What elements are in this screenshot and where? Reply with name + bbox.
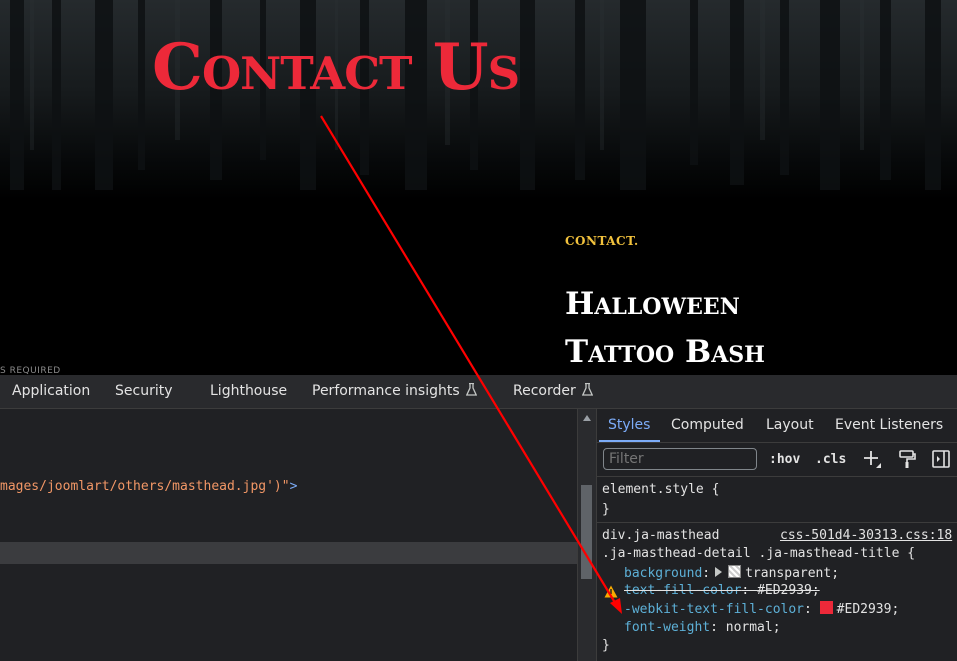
event-title[interactable]: Halloween Tattoo Bash [565, 280, 765, 375]
styles-sidebar: Styles Computed Layout Event Listeners :… [596, 409, 957, 661]
elements-scrollbar[interactable] [577, 409, 596, 661]
tab-recorder[interactable]: Recorder [513, 375, 593, 408]
toggle-sidebar-icon[interactable] [931, 449, 951, 469]
css-declaration-text-fill-color[interactable]: text-fill-color: #ED2939; [624, 583, 820, 598]
devtools-tabbar: Application Security Lighthouse Performa… [0, 375, 957, 409]
css-value[interactable]: #ED2939; [837, 602, 900, 617]
selected-dom-node-row[interactable] [0, 542, 577, 564]
attribute-value: mages/joomlart/others/masthead.jpg')" [0, 479, 290, 494]
css-property[interactable]: font-weight [624, 620, 710, 635]
tab-application[interactable]: Application [12, 375, 90, 408]
page-title: Contact Us [152, 30, 520, 105]
rule-selector[interactable]: div.ja-masthead [602, 528, 719, 543]
css-declaration-background[interactable]: background: transparent; [624, 565, 839, 581]
flask-icon [465, 383, 477, 396]
tag-bracket: > [289, 479, 298, 494]
scrollbar-thumb[interactable] [581, 485, 592, 579]
paint-roller-icon[interactable] [897, 449, 917, 469]
tab-computed[interactable]: Computed [671, 409, 744, 442]
warning-icon[interactable] [604, 585, 618, 598]
color-swatch-icon[interactable] [819, 601, 833, 614]
cls-toggle[interactable]: .cls [815, 452, 846, 467]
css-declaration-webkit-text-fill-color[interactable]: -webkit-text-fill-color: #ED2939; [624, 601, 899, 617]
clipped-form-text: S REQUIRED [0, 366, 61, 375]
tab-security[interactable]: Security [115, 375, 173, 408]
rule-selector[interactable]: element.style { [602, 482, 719, 497]
expand-triangle-icon[interactable] [715, 567, 723, 577]
breadcrumb[interactable]: CONTACT. [565, 234, 639, 248]
css-value[interactable]: #ED2939; [757, 583, 820, 598]
stylesheet-source-link[interactable]: css-501d4-30313.css:18 [780, 528, 952, 543]
css-declaration-font-weight[interactable]: font-weight: normal; [624, 620, 781, 635]
transparent-swatch-icon[interactable] [728, 565, 742, 578]
tab-styles[interactable]: Styles [608, 409, 650, 442]
rule-close-brace: } [602, 502, 610, 517]
css-value[interactable]: transparent; [745, 566, 839, 581]
event-title-line: Halloween [565, 286, 740, 322]
flask-icon [581, 383, 593, 396]
tab-label: Performance insights [312, 383, 460, 399]
hov-toggle[interactable]: :hov [769, 452, 800, 467]
element-style-rule[interactable]: element.style { } [597, 477, 957, 517]
scroll-up-icon[interactable] [583, 415, 591, 421]
tab-layout[interactable]: Layout [766, 409, 814, 442]
active-tab-indicator [599, 440, 660, 442]
styles-filter-input[interactable] [603, 448, 757, 470]
elements-tree[interactable]: mages/joomlart/others/masthead.jpg')"> [0, 409, 577, 661]
rule-close-brace: } [602, 638, 610, 653]
rule-selector[interactable]: .ja-masthead-detail .ja-masthead-title { [602, 546, 915, 561]
devtools-panel: Application Security Lighthouse Performa… [0, 375, 957, 661]
new-style-rule-icon[interactable] [862, 449, 882, 469]
event-title-line: Tattoo Bash [565, 334, 765, 370]
css-property[interactable]: background [624, 566, 702, 581]
css-property[interactable]: text-fill-color [624, 583, 741, 598]
tab-performance-insights[interactable]: Performance insights [312, 375, 477, 408]
tab-lighthouse[interactable]: Lighthouse [210, 375, 287, 408]
dom-node-line[interactable]: mages/joomlart/others/masthead.jpg')"> [0, 479, 297, 494]
css-value[interactable]: normal; [726, 620, 781, 635]
tab-event-listeners[interactable]: Event Listeners [835, 409, 943, 442]
css-property[interactable]: -webkit-text-fill-color [624, 602, 804, 617]
masthead-style-rule[interactable]: div.ja-masthead css-501d4-30313.css:18 .… [597, 523, 957, 661]
tab-label: Recorder [513, 383, 576, 399]
website-viewport: Contact Us CONTACT. Halloween Tattoo Bas… [0, 0, 957, 375]
sidebar-tabbar: Styles Computed Layout Event Listeners [597, 409, 957, 443]
